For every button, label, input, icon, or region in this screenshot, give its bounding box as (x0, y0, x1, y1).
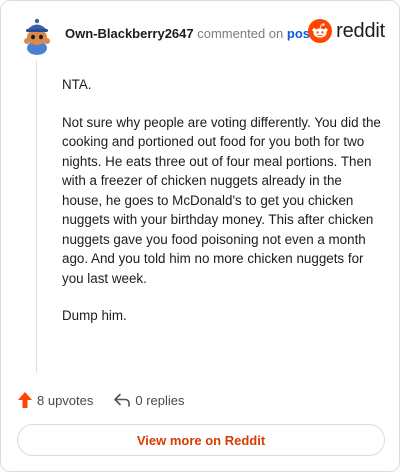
thread-line (36, 61, 37, 373)
upvotes-count: 8 upvotes (37, 392, 94, 408)
comment-paragraph: Not sure why people are voting different… (62, 114, 381, 286)
comment-paragraph: NTA. (62, 77, 92, 92)
comment-paragraph: Dump him. (62, 308, 127, 323)
reddit-logo-icon (308, 19, 333, 43)
snoo-avatar-icon (17, 15, 57, 55)
reply-action[interactable]: 0 replies (113, 392, 185, 408)
comment-actions: 8 upvotes 0 replies (17, 389, 185, 411)
reply-icon (114, 393, 131, 407)
upvote-icon (18, 392, 32, 408)
comment-body: NTA. Not sure why people are voting diff… (62, 75, 384, 344)
replies-count: 0 replies (135, 392, 185, 408)
comment-embed-card: Own-Blackberry2647 commented on post red… (0, 0, 400, 472)
username-link[interactable]: Own-Blackberry2647 (65, 26, 194, 41)
commented-on-text: commented on (197, 26, 284, 41)
reddit-brand[interactable]: reddit (308, 19, 385, 43)
upvote-action[interactable]: 8 upvotes (17, 391, 93, 409)
comment-meta: Own-Blackberry2647 commented on post (65, 26, 314, 41)
view-more-button[interactable]: View more on Reddit (17, 424, 385, 456)
user-avatar[interactable] (17, 15, 57, 55)
reddit-wordmark: reddit (336, 19, 385, 42)
comment-header: Own-Blackberry2647 commented on post red… (17, 15, 385, 55)
